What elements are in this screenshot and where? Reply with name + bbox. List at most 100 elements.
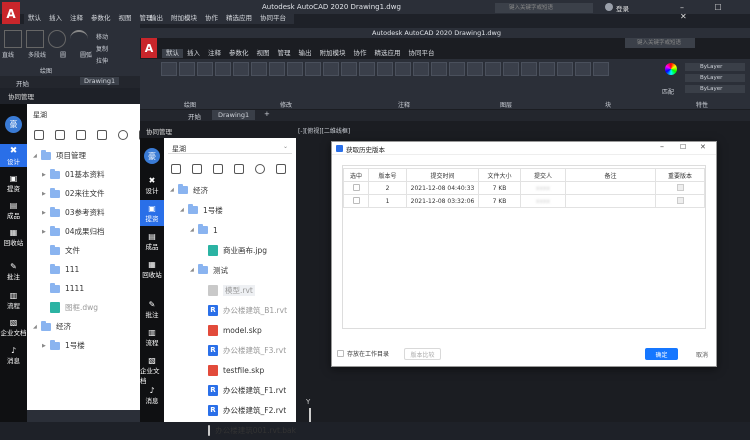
- back-recycle-item[interactable]: ▦ 回收站: [0, 228, 27, 247]
- tree-node[interactable]: model.skp: [170, 320, 296, 340]
- ribbon-button[interactable]: [233, 62, 249, 76]
- ribbon-button[interactable]: [521, 62, 537, 76]
- back-message-item[interactable]: ♪ 消息: [0, 346, 27, 365]
- layer-dropdown-2[interactable]: ByLayer: [685, 74, 745, 82]
- front-menu-item[interactable]: 参数化: [225, 49, 253, 58]
- back-user-icon[interactable]: [605, 3, 613, 11]
- front-menu-item[interactable]: 注释: [204, 49, 225, 58]
- back-menu-item[interactable]: 插入: [45, 14, 66, 23]
- ribbon-button[interactable]: [323, 62, 339, 76]
- back-copy-tool[interactable]: 复制: [96, 44, 108, 56]
- dialog-minimize-button[interactable]: –: [660, 142, 664, 151]
- front-autocad-logo[interactable]: A: [141, 38, 157, 58]
- section-draw[interactable]: 绘图: [184, 100, 196, 109]
- back-line-tool[interactable]: [4, 30, 22, 48]
- front-tab-start[interactable]: 开始: [188, 111, 201, 121]
- back-autocad-logo[interactable]: A: [2, 2, 20, 26]
- front-enterprise-item[interactable]: ▧ 企业文档: [140, 356, 164, 385]
- back-menu-item[interactable]: 协同平台: [256, 14, 290, 23]
- tree-node[interactable]: ▶ 02来往文件: [33, 184, 139, 203]
- front-message-item[interactable]: ♪ 消息: [140, 386, 164, 405]
- back-design-item[interactable]: ✖ 设计: [0, 144, 27, 167]
- tree-node[interactable]: R 办公楼建筑_F2.rvt: [170, 400, 296, 420]
- ribbon-button[interactable]: [593, 62, 609, 76]
- dialog-close-button[interactable]: ✕: [700, 143, 706, 151]
- search-icon[interactable]: [118, 130, 128, 140]
- ribbon-button[interactable]: [197, 62, 213, 76]
- front-menu-item[interactable]: 管理: [274, 49, 295, 58]
- front-avatar[interactable]: 豪: [144, 148, 160, 164]
- edit-icon[interactable]: [55, 130, 65, 140]
- front-recycle-item[interactable]: ▦ 回收站: [140, 260, 164, 279]
- ribbon-button[interactable]: [557, 62, 573, 76]
- front-comment-item[interactable]: ✎ 批注: [140, 300, 164, 319]
- front-flow-item[interactable]: ▥ 流程: [140, 328, 164, 347]
- tree-node[interactable]: R 办公楼建筑_F3.rvt: [170, 340, 296, 360]
- back-arc-tool[interactable]: [70, 30, 88, 48]
- back-draw-label[interactable]: 圆: [60, 50, 66, 59]
- front-tab-drawing[interactable]: Drawing1: [212, 110, 256, 120]
- back-search-input[interactable]: 键入关键字或短语: [495, 3, 593, 13]
- tree-node[interactable]: R 办公楼建筑_F1.rvt: [170, 380, 296, 400]
- ribbon-button[interactable]: [251, 62, 267, 76]
- ribbon-button[interactable]: [269, 62, 285, 76]
- ribbon-button[interactable]: [449, 62, 465, 76]
- sync-icon[interactable]: [234, 164, 244, 174]
- tree-node[interactable]: R 办公楼建筑_B1.rvt: [170, 300, 296, 320]
- upload-icon[interactable]: [171, 164, 181, 174]
- ribbon-button[interactable]: [431, 62, 447, 76]
- front-menu-item[interactable]: 精选应用: [371, 49, 405, 58]
- edit-icon[interactable]: [192, 164, 202, 174]
- front-submit-item[interactable]: ▣ 提资: [140, 200, 164, 226]
- ribbon-button[interactable]: [413, 62, 429, 76]
- viewport-label[interactable]: [-][俯视][二维线框]: [298, 126, 350, 135]
- section-block[interactable]: 块: [605, 100, 611, 109]
- back-comment-item[interactable]: ✎ 批注: [0, 262, 27, 281]
- link-icon[interactable]: [213, 164, 223, 174]
- front-project-select[interactable]: 星湖 ⌄: [168, 141, 292, 154]
- ribbon-button[interactable]: [503, 62, 519, 76]
- front-menu-item[interactable]: 默认: [162, 49, 183, 58]
- back-draw-label[interactable]: 直线: [2, 50, 14, 59]
- tree-node[interactable]: ◢ 1: [170, 220, 296, 240]
- front-menu-item[interactable]: 视图: [253, 49, 274, 58]
- tree-node[interactable]: 商业画布.jpg: [170, 240, 296, 260]
- save-to-workdir-option[interactable]: 存放在工作目录: [337, 349, 389, 358]
- tree-node[interactable]: ◢ 1号楼: [170, 200, 296, 220]
- section-annotate[interactable]: 注释: [398, 100, 410, 109]
- ribbon-button[interactable]: [377, 62, 393, 76]
- ribbon-button[interactable]: [305, 62, 321, 76]
- ribbon-button[interactable]: [359, 62, 375, 76]
- tree-node[interactable]: ▶ 01基本资料: [33, 165, 139, 184]
- front-menu-item[interactable]: 协作: [350, 49, 371, 58]
- tree-node[interactable]: 图框.dwg: [33, 298, 139, 317]
- ribbon-button[interactable]: [539, 62, 555, 76]
- section-modify[interactable]: 修改: [280, 100, 292, 109]
- back-window-controls[interactable]: – ☐ ✕: [680, 3, 750, 21]
- front-menu-item[interactable]: 附加模块: [316, 49, 350, 58]
- tree-node[interactable]: ▶ 1号楼: [33, 336, 139, 355]
- back-draw-section[interactable]: 绘图: [40, 66, 52, 75]
- color-wheel-icon[interactable]: [665, 63, 677, 75]
- section-properties[interactable]: 特性: [696, 100, 708, 109]
- back-menu-item[interactable]: 参数化: [87, 14, 115, 23]
- table-row[interactable]: 2 2021-12-08 04:40:33 7 KB xxxx: [343, 181, 705, 195]
- back-stretch-tool[interactable]: 拉伸: [96, 56, 108, 68]
- front-search-input[interactable]: 键入关键字或短语: [625, 38, 695, 48]
- tree-node[interactable]: ▶ 04成果归档: [33, 222, 139, 241]
- tree-node[interactable]: ▶ 03参考资料: [33, 203, 139, 222]
- section-layer[interactable]: 图层: [500, 100, 512, 109]
- link-icon[interactable]: [76, 130, 86, 140]
- back-submit-item[interactable]: ▣ 提资: [0, 174, 27, 193]
- tree-node[interactable]: 文件: [33, 241, 139, 260]
- front-menu-item[interactable]: 插入: [183, 49, 204, 58]
- table-row[interactable]: 1 2021-12-08 03:32:06 7 KB xxxx: [343, 194, 705, 208]
- front-menu-item[interactable]: 协同平台: [405, 49, 439, 58]
- cancel-button[interactable]: 取消: [696, 348, 708, 360]
- ribbon-button[interactable]: [341, 62, 357, 76]
- back-project-select[interactable]: 星湖: [33, 110, 47, 120]
- back-move-tool[interactable]: 移动: [96, 32, 108, 44]
- back-menu-item[interactable]: 默认: [24, 14, 45, 23]
- tree-node[interactable]: 1111: [33, 279, 139, 298]
- front-menu-item[interactable]: 输出: [295, 49, 316, 58]
